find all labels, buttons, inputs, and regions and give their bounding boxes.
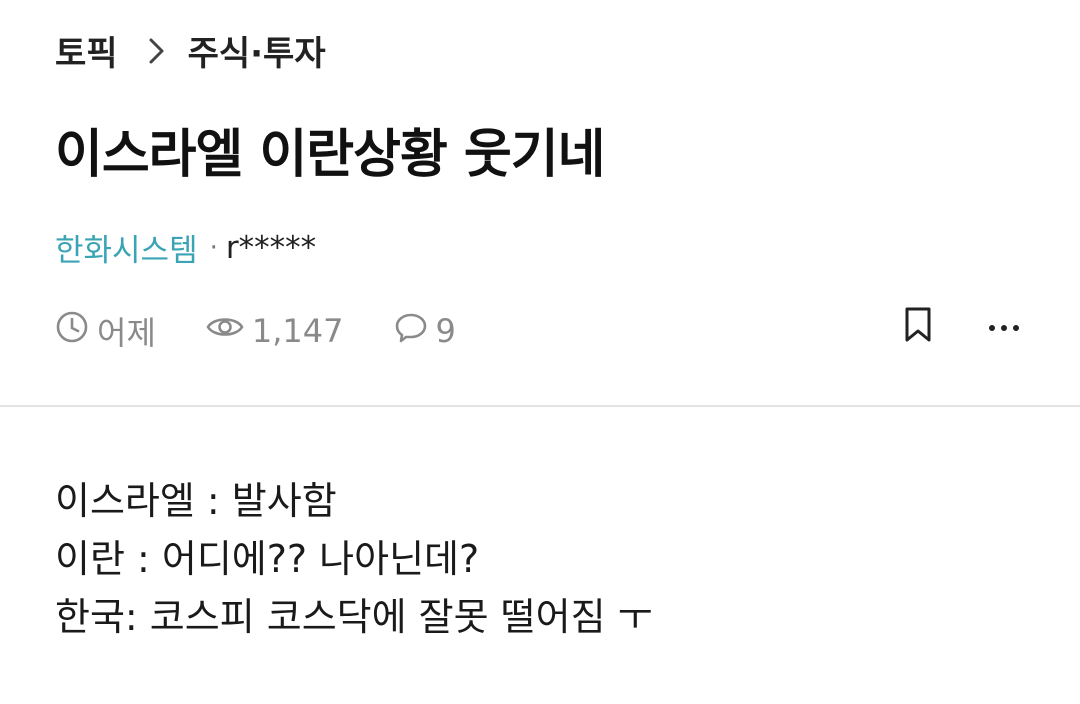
breadcrumb-root[interactable]: 토픽 (55, 26, 118, 75)
view-count: 1,147 (251, 312, 344, 350)
company-link[interactable]: 한화시스템 (55, 225, 198, 270)
author-name: r***** (225, 229, 317, 266)
post-actions (903, 306, 1020, 348)
comments-stat[interactable]: 9 (394, 311, 456, 351)
body-line: 이란 : 어디에?? 나아닌데? (55, 537, 480, 581)
breadcrumb-current[interactable]: 주식·투자 (188, 26, 326, 75)
author-line: 한화시스템 · r***** (55, 225, 316, 270)
time-stat: 어제 (55, 308, 156, 354)
body-line: 한국: 코스피 코스닥에 잘못 떨어짐 ㅜ (55, 595, 653, 639)
chevron-right-icon (148, 37, 166, 65)
comment-count: 9 (435, 312, 456, 350)
views-stat: 1,147 (206, 312, 344, 350)
post-title: 이스라엘 이란상황 웃기네 (55, 125, 605, 185)
bookmark-icon[interactable] (903, 306, 933, 348)
post-stats: 어제 1,147 9 (55, 308, 1025, 354)
clock-icon (55, 310, 97, 352)
body-line: 이스라엘 : 발사함 (55, 479, 337, 523)
meta-separator: · (209, 232, 218, 263)
more-icon[interactable] (988, 318, 1020, 337)
breadcrumb: 토픽 주식·투자 (55, 26, 326, 75)
post-time: 어제 (97, 314, 156, 352)
post-body: 이스라엘 : 발사함 이란 : 어디에?? 나아닌데? 한국: 코스피 코스닥에… (55, 472, 653, 646)
divider (0, 405, 1080, 407)
eye-icon (206, 312, 252, 350)
comment-icon (394, 311, 436, 351)
